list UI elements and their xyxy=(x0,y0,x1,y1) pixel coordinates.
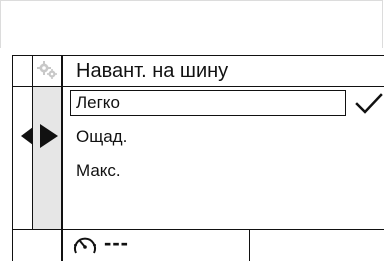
status-bar-separator xyxy=(249,229,250,261)
menu-item-label: Ощад. xyxy=(76,127,128,146)
check-icon xyxy=(354,93,384,115)
vehicle-info-display: Навант. на шину Легко Ощад. Макс. --- xyxy=(0,0,384,261)
status-value: --- xyxy=(104,230,129,255)
status-bar-divider xyxy=(12,229,384,230)
side-column-right-line xyxy=(61,55,63,261)
menu-item-eco[interactable]: Ощад. xyxy=(70,125,346,151)
odometer-icon xyxy=(72,235,98,257)
side-strip xyxy=(33,87,61,229)
header-top-divider xyxy=(12,55,384,56)
gear-icon xyxy=(36,60,58,80)
menu-item-light[interactable]: Легко xyxy=(70,90,383,116)
menu-title: Навант. на шину xyxy=(76,60,229,82)
menu-item-label: Легко xyxy=(76,93,120,112)
arrow-left-icon[interactable] xyxy=(20,126,34,146)
header-bottom-divider xyxy=(12,86,384,87)
arrow-right-icon[interactable] xyxy=(39,123,59,149)
menu-item-label: Макс. xyxy=(76,161,121,180)
display-top-edge xyxy=(0,0,383,48)
frame-left-line xyxy=(12,55,13,261)
menu-item-max[interactable]: Макс. xyxy=(70,159,346,185)
